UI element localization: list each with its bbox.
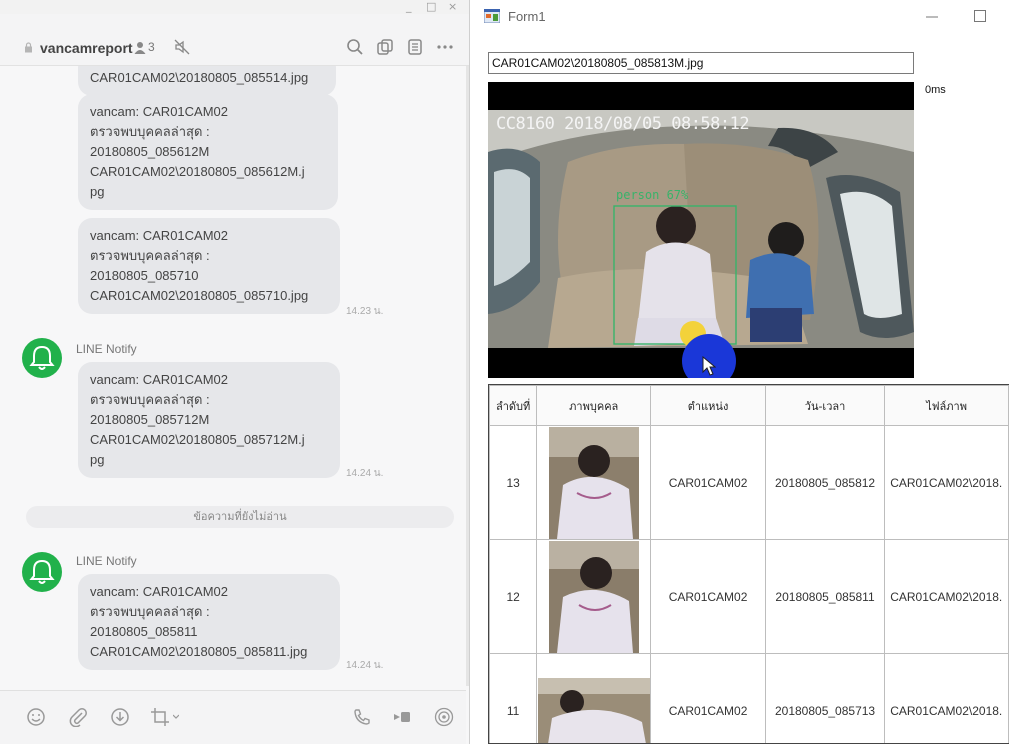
copy-icon[interactable] (376, 38, 394, 56)
message-bubble[interactable]: vancam: CAR01CAM02 ตรวจพบบุคคลล่าสุด : 2… (78, 94, 338, 210)
chat-header: vancamreport 3 (0, 14, 469, 66)
message-bubble[interactable]: vancam: CAR01CAM02 ตรวจพบบุคคลล่าสุด : 2… (78, 362, 340, 478)
form-app-icon (484, 9, 500, 23)
line-notify-avatar[interactable] (22, 338, 62, 378)
unread-divider: ข้อความที่ยังไม่อ่าน (26, 506, 454, 528)
scrollbar[interactable] (466, 66, 469, 686)
person-thumbnail (548, 426, 639, 539)
column-header-image[interactable]: ภาพบุคคล (536, 385, 652, 426)
image-path-textbox[interactable] (488, 52, 914, 74)
table-row[interactable]: 12 CAR01CAM02 20180805_085811 CAR01CAM02… (489, 539, 1009, 654)
table-header-row: ลำดับที่ ภาพบุคคล ตำแหน่ง วัน-เวลา ไฟล์ภ… (489, 385, 1009, 426)
attachment-icon[interactable] (68, 707, 88, 727)
row-file: CAR01CAM02\2018. (884, 539, 1009, 654)
download-icon[interactable] (110, 707, 130, 727)
table-row[interactable]: 13 CAR01CAM02 20180805_085812 CAR01CAM02… (489, 425, 1009, 540)
camera-preview: CC8160 2018/08/05 08:58:12 person 67% (488, 82, 914, 378)
row-index: 13 (489, 425, 538, 540)
row-thumbnail-cell (536, 539, 652, 654)
row-file: CAR01CAM02\2018. (884, 653, 1009, 743)
column-header-file[interactable]: ไฟล์ภาพ (884, 385, 1009, 426)
maximize-icon[interactable]: □ (426, 0, 436, 13)
detections-table: ลำดับที่ ภาพบุคคล ตำแหน่ง วัน-เวลา ไฟล์ภ… (489, 385, 1009, 743)
chat-input-toolbar (0, 690, 466, 744)
row-datetime: 20180805_085713 (764, 653, 886, 743)
close-icon[interactable]: × (448, 0, 457, 13)
crop-icon[interactable] (150, 707, 170, 727)
detections-grid[interactable]: ลำดับที่ ภาพบุคคล ตำแหน่ง วัน-เวลา ไฟล์ภ… (488, 384, 1009, 744)
video-call-icon[interactable] (392, 707, 412, 727)
row-file: CAR01CAM02\2018. (884, 425, 1009, 540)
camera-timestamp: CC8160 2018/08/05 08:58:12 (496, 114, 750, 134)
row-position: CAR01CAM02 (650, 653, 766, 743)
notes-icon[interactable] (406, 38, 424, 56)
column-header-index[interactable]: ลำดับที่ (489, 385, 538, 426)
message-list[interactable]: CAR01CAM02\20180805_085514.jpg vancam: C… (0, 66, 466, 690)
row-datetime: 20180805_085811 (764, 539, 886, 654)
detection-label: person 67% (616, 188, 689, 202)
mouse-cursor-icon (702, 356, 716, 376)
form-titlebar[interactable]: Form1 (472, 0, 1009, 34)
line-chat-window: _ □ × vancamreport 3 CAR01CAM02\20180805… (0, 0, 470, 744)
form1-window: Form1 CAR01CAM02\20180805_085813M.jpg CC… (472, 0, 1009, 744)
lock-icon (25, 42, 32, 53)
maximize-button[interactable] (970, 6, 990, 26)
sender-name: LINE Notify (76, 342, 137, 356)
row-thumbnail-cell (536, 653, 652, 743)
form-title: Form1 (508, 9, 546, 24)
elapsed-time-label: 0ms (925, 84, 946, 96)
message-bubble[interactable]: CAR01CAM02\20180805_085514.jpg (78, 66, 336, 96)
message-bubble[interactable]: vancam: CAR01CAM02 ตรวจพบบุคคลล่าสุด : 2… (78, 218, 340, 314)
chat-name: vancamreport (40, 40, 133, 56)
search-icon[interactable] (346, 38, 364, 56)
sender-name: LINE Notify (76, 554, 137, 568)
person-thumbnail (537, 677, 650, 743)
person-thumbnail (548, 540, 639, 653)
member-count: 3 (148, 40, 155, 54)
mute-icon[interactable] (174, 39, 190, 55)
message-time: 14.24 น. (346, 468, 384, 479)
row-index: 12 (489, 539, 538, 654)
more-options-icon[interactable] (436, 38, 454, 56)
row-position: CAR01CAM02 (650, 425, 766, 540)
chevron-down-icon[interactable] (173, 714, 179, 720)
row-thumbnail-cell (536, 425, 652, 540)
line-window-titlebar: _ □ × (0, 0, 469, 14)
phone-icon[interactable] (352, 707, 372, 727)
minimize-icon[interactable]: _ (406, 0, 412, 13)
live-broadcast-icon[interactable] (434, 707, 454, 727)
bell-icon (29, 345, 55, 370)
bell-icon (29, 559, 55, 584)
row-index: 11 (489, 653, 538, 743)
minimize-button[interactable] (922, 6, 942, 26)
line-notify-avatar[interactable] (22, 552, 62, 592)
message-time: 14.23 น. (346, 306, 384, 317)
row-position: CAR01CAM02 (650, 539, 766, 654)
table-row[interactable]: 11 CAR01CAM02 20180805_085713 CAR01CAM02… (489, 653, 1009, 743)
message-bubble[interactable]: vancam: CAR01CAM02 ตรวจพบบุคคลล่าสุด : 2… (78, 574, 340, 670)
row-datetime: 20180805_085812 (764, 425, 886, 540)
message-time: 14.24 น. (346, 660, 384, 671)
column-header-datetime[interactable]: วัน-เวลา (764, 385, 886, 426)
column-header-position[interactable]: ตำแหน่ง (650, 385, 766, 426)
members-icon[interactable] (134, 41, 146, 54)
emoji-icon[interactable] (26, 707, 46, 727)
